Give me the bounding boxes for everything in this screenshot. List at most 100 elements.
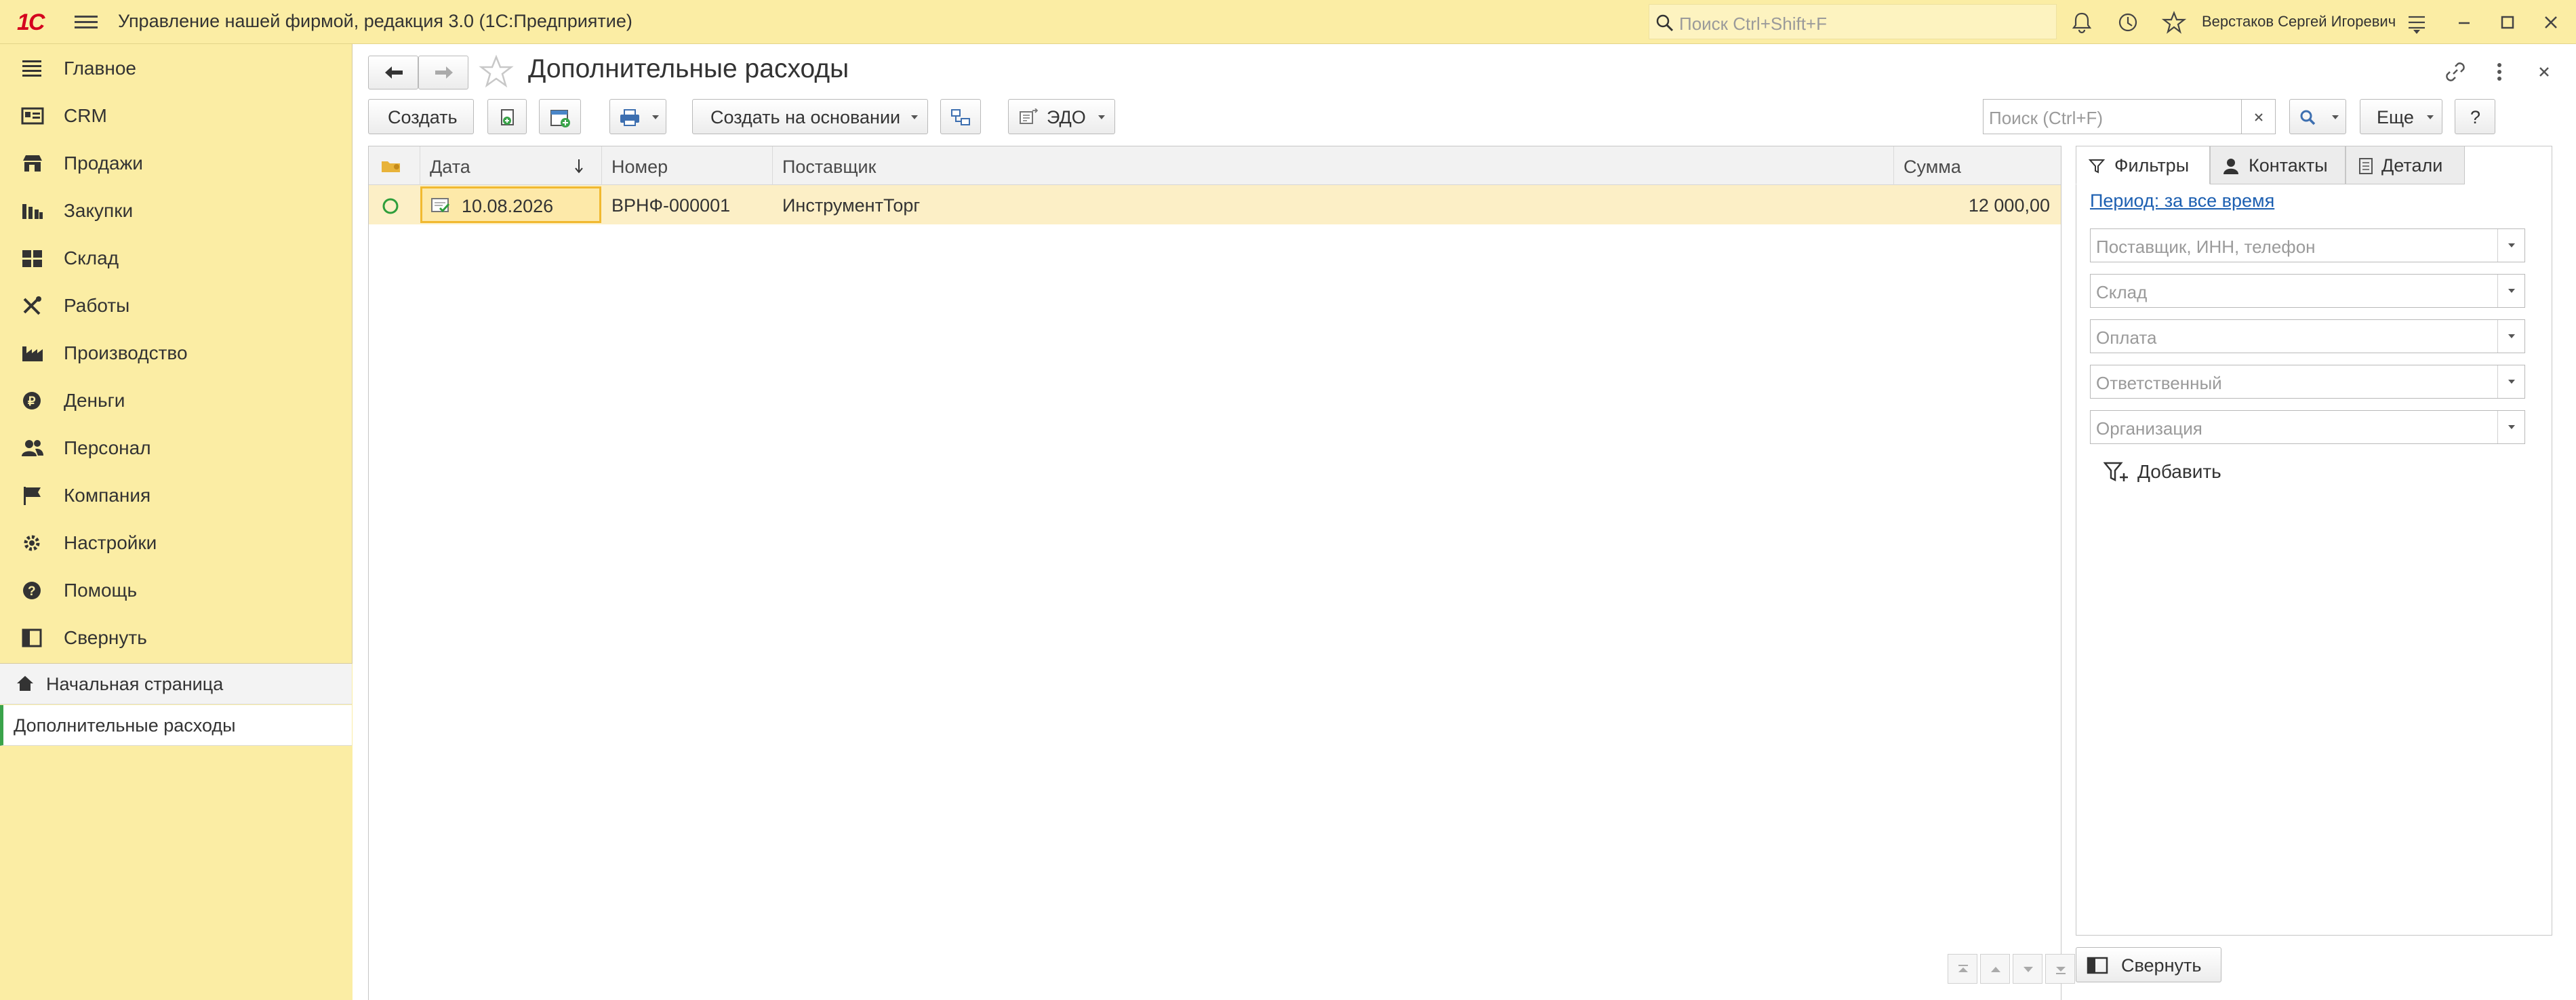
help-label: ? bbox=[2470, 107, 2481, 127]
filter-payment[interactable]: Оплата bbox=[2090, 319, 2525, 353]
print-button[interactable] bbox=[609, 99, 666, 134]
table-row[interactable]: 10.08.2026 ВРНФ-000001 ИнструментТорг 12… bbox=[369, 185, 2061, 224]
maximize-icon[interactable] bbox=[2495, 9, 2520, 35]
copy-button[interactable] bbox=[487, 99, 527, 134]
filter-warehouse-dropdown[interactable] bbox=[2497, 275, 2524, 307]
edo-button[interactable]: ЭДО bbox=[1008, 99, 1115, 134]
scroll-up-button[interactable] bbox=[1980, 954, 2010, 984]
help-button[interactable]: ? bbox=[2455, 99, 2495, 134]
edo-exchange-icon bbox=[1020, 108, 1039, 124]
sidebar-item-warehouse[interactable]: Склад bbox=[0, 234, 353, 281]
create-based-on-button[interactable]: Создать на основании bbox=[692, 99, 928, 134]
sidebar-item-purchases[interactable]: Закупки bbox=[0, 186, 353, 234]
add-filter-button[interactable]: Добавить bbox=[2099, 454, 2262, 488]
filter-supplier-dropdown[interactable] bbox=[2497, 229, 2524, 262]
tab-filters-label: Фильтры bbox=[2114, 155, 2190, 176]
column-supplier-label: Поставщик bbox=[782, 157, 877, 177]
copy-document-icon bbox=[501, 109, 514, 125]
minimize-icon[interactable] bbox=[2451, 9, 2477, 35]
add-from-template-button[interactable] bbox=[539, 99, 581, 134]
sidebar-item-settings[interactable]: Настройки bbox=[0, 519, 353, 566]
filter-organization-dropdown[interactable] bbox=[2497, 411, 2524, 443]
global-search-input[interactable]: Поиск Ctrl+Shift+F bbox=[1649, 4, 2057, 39]
tab-filters[interactable]: Фильтры bbox=[2076, 146, 2210, 184]
collapse-panel-button[interactable]: Свернуть bbox=[2076, 947, 2221, 982]
create-button[interactable]: Создать bbox=[368, 99, 474, 134]
scroll-down-button[interactable] bbox=[2013, 954, 2042, 984]
search-icon bbox=[1656, 14, 1674, 32]
main-menu-icon[interactable] bbox=[75, 12, 98, 33]
back-button[interactable] bbox=[368, 56, 418, 89]
sidebar-item-crm[interactable]: CRM bbox=[0, 92, 353, 139]
history-icon[interactable] bbox=[2115, 9, 2141, 35]
sort-down-icon bbox=[575, 159, 583, 174]
sidebar-item-main[interactable]: Главное bbox=[0, 44, 353, 92]
sidebar-item-production[interactable]: Производство bbox=[0, 329, 353, 376]
sidebar-item-label: Деньги bbox=[64, 390, 125, 411]
search-options-button[interactable] bbox=[2289, 99, 2346, 134]
star-icon[interactable] bbox=[2161, 9, 2187, 35]
documents-table[interactable]: Дата Номер Поставщик Сумма 10.08.2026 ВР… bbox=[368, 146, 2061, 1000]
structure-button[interactable] bbox=[940, 99, 981, 134]
scroll-top-button[interactable] bbox=[1948, 954, 1977, 984]
forward-button[interactable] bbox=[418, 56, 468, 89]
filter-supplier-placeholder: Поставщик, ИНН, телефон bbox=[2096, 237, 2316, 257]
filter-responsible-dropdown[interactable] bbox=[2497, 365, 2524, 398]
settings-menu-icon[interactable] bbox=[2404, 9, 2430, 35]
document-structure-icon bbox=[951, 109, 970, 125]
collapse-panel-label: Свернуть bbox=[2121, 955, 2202, 976]
cell-date[interactable]: 10.08.2026 bbox=[420, 186, 601, 223]
chevron-down-icon bbox=[2508, 243, 2515, 247]
filter-supplier[interactable]: Поставщик, ИНН, телефон bbox=[2090, 228, 2525, 262]
column-number[interactable]: Номер bbox=[602, 146, 773, 185]
filter-payment-dropdown[interactable] bbox=[2497, 320, 2524, 353]
sidebar-item-label: Свернуть bbox=[64, 627, 147, 648]
link-icon[interactable] bbox=[2442, 58, 2469, 85]
sidebar-item-works[interactable]: Работы bbox=[0, 281, 353, 329]
open-tab-current[interactable]: Дополнительные расходы bbox=[0, 705, 352, 746]
people-icon bbox=[22, 440, 43, 456]
close-window-icon[interactable] bbox=[2538, 9, 2564, 35]
column-sum[interactable]: Сумма bbox=[1894, 146, 2061, 185]
user-name[interactable]: Верстаков Сергей Игоревич bbox=[2202, 13, 2396, 31]
period-link[interactable]: Период: за все время bbox=[2090, 191, 2274, 212]
tab-details[interactable]: Детали bbox=[2346, 146, 2465, 184]
column-date[interactable]: Дата bbox=[420, 146, 602, 185]
sidebar-item-help[interactable]: ? Помощь bbox=[0, 566, 353, 614]
sidebar-item-label: Главное bbox=[64, 58, 136, 79]
gear-icon bbox=[24, 535, 40, 551]
favorite-star-icon[interactable] bbox=[479, 54, 514, 89]
tab-details-label: Детали bbox=[2381, 155, 2443, 176]
column-date-label: Дата bbox=[430, 157, 470, 177]
close-form-icon[interactable] bbox=[2531, 58, 2558, 85]
column-supplier[interactable]: Поставщик bbox=[773, 146, 1894, 185]
filter-responsible[interactable]: Ответственный bbox=[2090, 365, 2525, 399]
sidebar-item-personnel[interactable]: Персонал bbox=[0, 424, 353, 471]
search-clear-button[interactable] bbox=[2242, 99, 2276, 134]
sidebar-item-collapse[interactable]: Свернуть bbox=[0, 614, 353, 661]
scroll-bottom-button[interactable] bbox=[2045, 954, 2075, 984]
column-status[interactable] bbox=[369, 146, 420, 185]
filter-organization-placeholder: Организация bbox=[2096, 418, 2202, 439]
list-search-input[interactable]: Поиск (Ctrl+F) bbox=[1983, 99, 2242, 134]
bell-icon[interactable] bbox=[2069, 9, 2095, 35]
tab-contacts[interactable]: Контакты bbox=[2210, 146, 2346, 184]
filter-organization[interactable]: Организация bbox=[2090, 410, 2525, 444]
cell-number[interactable]: ВРНФ-000001 bbox=[602, 185, 773, 224]
list-search-placeholder: Поиск (Ctrl+F) bbox=[1989, 108, 2104, 128]
svg-text:?: ? bbox=[28, 584, 36, 599]
search-icon bbox=[2300, 110, 2316, 125]
cell-sum[interactable]: 12 000,00 bbox=[1894, 185, 2061, 224]
more-vertical-icon[interactable] bbox=[2486, 58, 2513, 85]
sidebar-item-label: Продажи bbox=[64, 153, 143, 174]
sidebar-item-money[interactable]: ₽ Деньги bbox=[0, 376, 353, 424]
flag-icon bbox=[24, 487, 41, 505]
more-button[interactable]: Еще bbox=[2360, 99, 2442, 134]
sidebar-item-sales[interactable]: Продажи bbox=[0, 139, 353, 186]
create-based-on-label: Создать на основании bbox=[710, 107, 901, 127]
filter-warehouse[interactable]: Склад bbox=[2090, 274, 2525, 308]
open-tab-home[interactable]: Начальная страница bbox=[0, 664, 352, 704]
collapse-panel-icon bbox=[2087, 957, 2108, 974]
sidebar-item-company[interactable]: Компания bbox=[0, 471, 353, 519]
cell-supplier[interactable]: ИнструментТорг bbox=[773, 185, 1894, 224]
